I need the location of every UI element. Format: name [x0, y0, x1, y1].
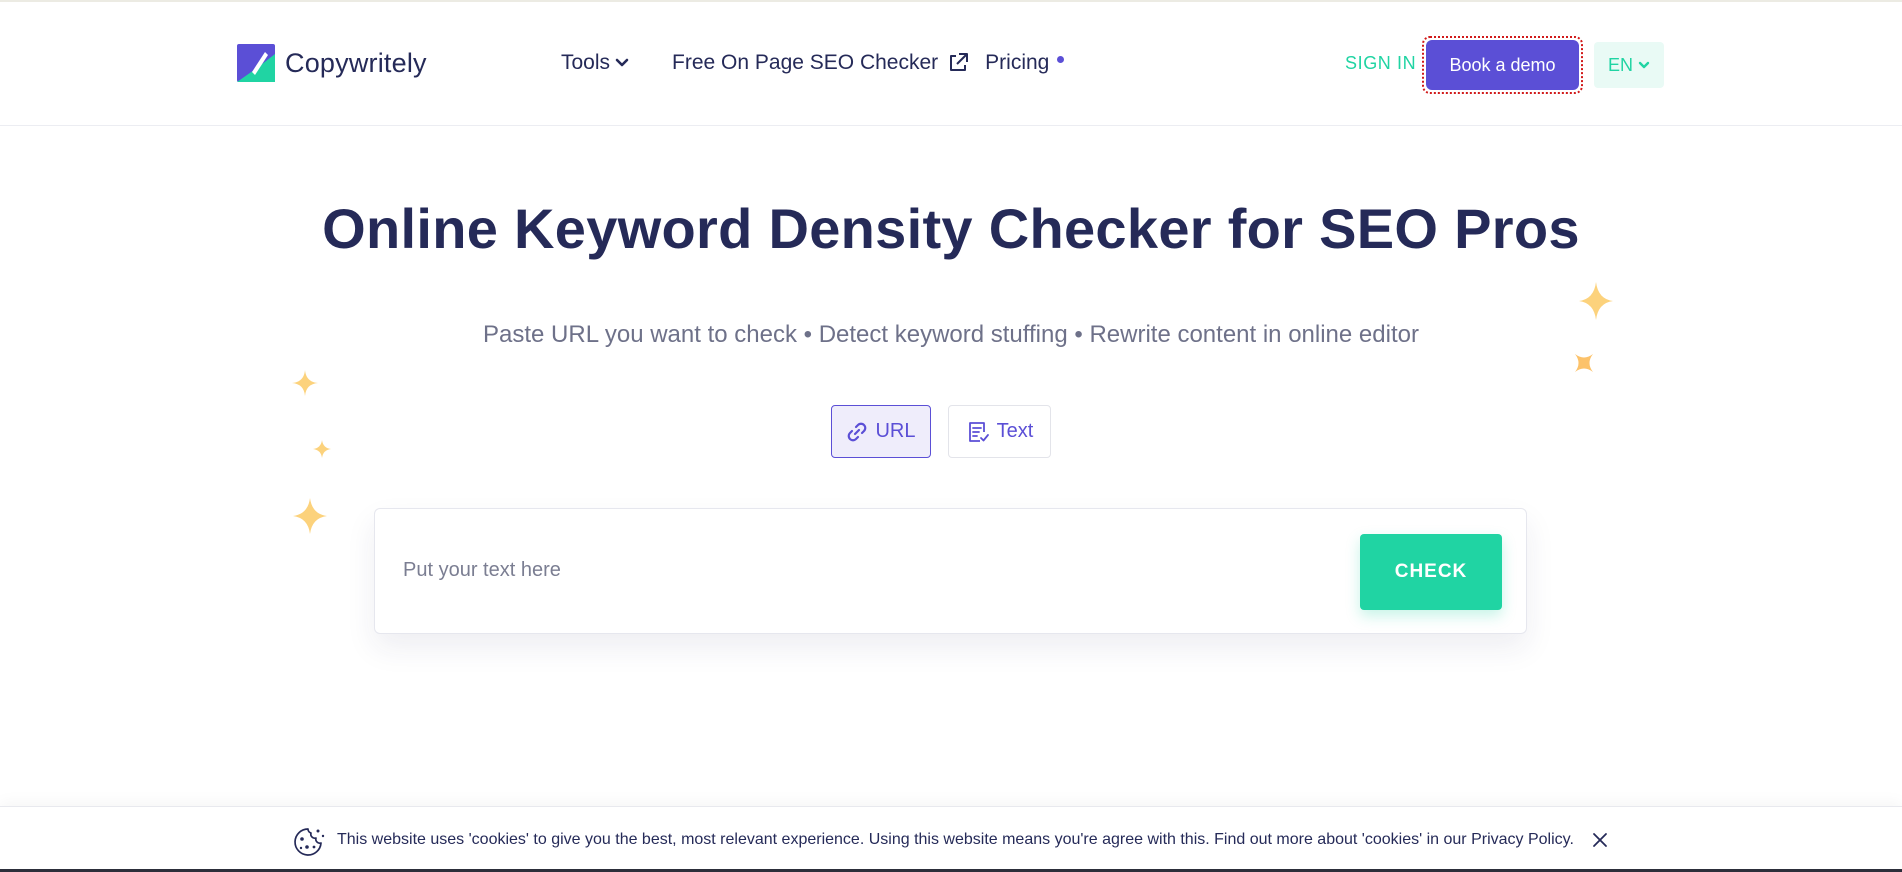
cookie-icon [294, 828, 325, 856]
nav-seo-checker[interactable]: Free On Page SEO Checker [672, 51, 969, 75]
page-subtitle: Paste URL you want to check • Detect key… [483, 321, 1419, 348]
language-selector[interactable]: EN [1594, 42, 1664, 88]
nav-pricing-label: Pricing [985, 51, 1050, 74]
book-demo-button[interactable]: Book a demo [1426, 40, 1579, 90]
page-title: Online Keyword Density Checker for SEO P… [322, 197, 1580, 260]
close-icon[interactable] [1591, 831, 1609, 849]
chevron-down-icon [1638, 61, 1650, 68]
book-demo-focus-ring: Book a demo [1422, 36, 1583, 94]
sparkle-icon [313, 440, 331, 458]
sparkle-icon [292, 370, 318, 396]
sign-in-link[interactable]: SIGN IN [1345, 53, 1416, 74]
main-nav: Tools Free On Page SEO Checker Pricing [561, 51, 1065, 75]
url-mode-toggle[interactable]: URL [831, 405, 931, 458]
text-mode-label: Text [996, 420, 1034, 442]
check-button[interactable]: CHECK [1360, 534, 1502, 610]
language-label: EN [1607, 54, 1633, 75]
external-link-icon [950, 53, 969, 71]
url-mode-label: URL [875, 420, 916, 442]
cookie-message: This website uses 'cookies' to give you … [337, 831, 1574, 848]
nav-pricing[interactable]: Pricing [985, 51, 1065, 75]
nav-seo-checker-label: Free On Page SEO Checker [672, 51, 939, 74]
text-input[interactable] [403, 545, 1333, 595]
chevron-down-icon [615, 58, 629, 67]
logo[interactable]: Copywritely [237, 44, 427, 82]
cookie-banner: This website uses 'cookies' to give you … [0, 806, 1902, 872]
check-form: CHECK [374, 508, 1527, 634]
text-mode-toggle[interactable]: Text [948, 405, 1051, 458]
sparkle-icon [1579, 282, 1613, 320]
logo-mark-icon [237, 44, 275, 82]
dot-icon [1057, 56, 1065, 63]
nav-tools[interactable]: Tools [561, 51, 629, 75]
logo-text: Copywritely [285, 47, 427, 78]
document-check-icon [968, 421, 989, 442]
sparkle-icon [293, 498, 327, 534]
sparkle-icon [1575, 354, 1593, 372]
link-icon [848, 422, 867, 441]
nav-tools-label: Tools [561, 51, 611, 74]
site-header: Copywritely Tools Free On Page SEO Check… [0, 2, 1902, 126]
